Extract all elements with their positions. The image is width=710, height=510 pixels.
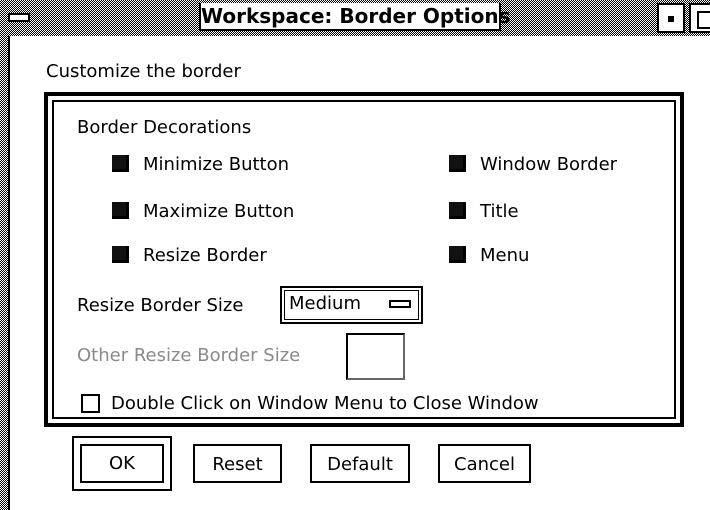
cancel-button-label: Cancel (454, 454, 515, 475)
window-title: Workspace: Border Options (199, 3, 511, 31)
window-resize-border[interactable] (0, 36, 8, 510)
option-menu-indicator-icon (389, 300, 411, 308)
window-menu-icon[interactable] (8, 13, 30, 22)
resize-border-label[interactable]: Resize Border (143, 245, 267, 267)
group-label: Border Decorations (77, 117, 252, 138)
other-resize-border-size-label: Other Resize Border Size (77, 345, 301, 366)
dialog-heading: Customize the border (46, 61, 241, 82)
resize-border-size-select[interactable]: Medium (280, 286, 423, 324)
reset-button[interactable]: Reset (193, 444, 282, 483)
minimize-button-checkbox[interactable] (112, 155, 129, 172)
maximize-button-label[interactable]: Maximize Button (143, 201, 294, 223)
other-resize-border-size-input (346, 333, 405, 380)
double-click-close-checkbox[interactable] (81, 394, 100, 413)
resize-border-size-value: Medium (289, 293, 361, 314)
menu-label[interactable]: Menu (480, 245, 529, 267)
window-border-label[interactable]: Window Border (480, 154, 617, 176)
minimize-icon (668, 16, 674, 22)
title-checkbox[interactable] (449, 202, 466, 219)
title-bar[interactable]: Workspace: Border Options (0, 0, 710, 36)
cancel-button[interactable]: Cancel (438, 444, 531, 483)
maximize-icon (697, 11, 710, 29)
double-click-close-label[interactable]: Double Click on Window Menu to Close Win… (111, 393, 539, 415)
window-border-checkbox[interactable] (449, 155, 466, 172)
resize-border-checkbox[interactable] (112, 246, 129, 263)
reset-button-label: Reset (212, 454, 263, 475)
title-label[interactable]: Title (480, 201, 519, 223)
maximize-button-checkbox[interactable] (112, 202, 129, 219)
ok-button[interactable]: OK (80, 444, 164, 483)
window-frame-line (8, 36, 10, 510)
default-button-label: Default (327, 454, 393, 475)
default-button-frame: OK (72, 436, 172, 491)
minimize-window-button[interactable] (657, 3, 685, 33)
minimize-button-label[interactable]: Minimize Button (143, 154, 289, 176)
menu-checkbox[interactable] (449, 246, 466, 263)
default-button[interactable]: Default (310, 444, 410, 483)
resize-border-size-label: Resize Border Size (77, 295, 244, 316)
ok-button-label: OK (109, 453, 135, 474)
maximize-window-button[interactable] (689, 3, 710, 33)
